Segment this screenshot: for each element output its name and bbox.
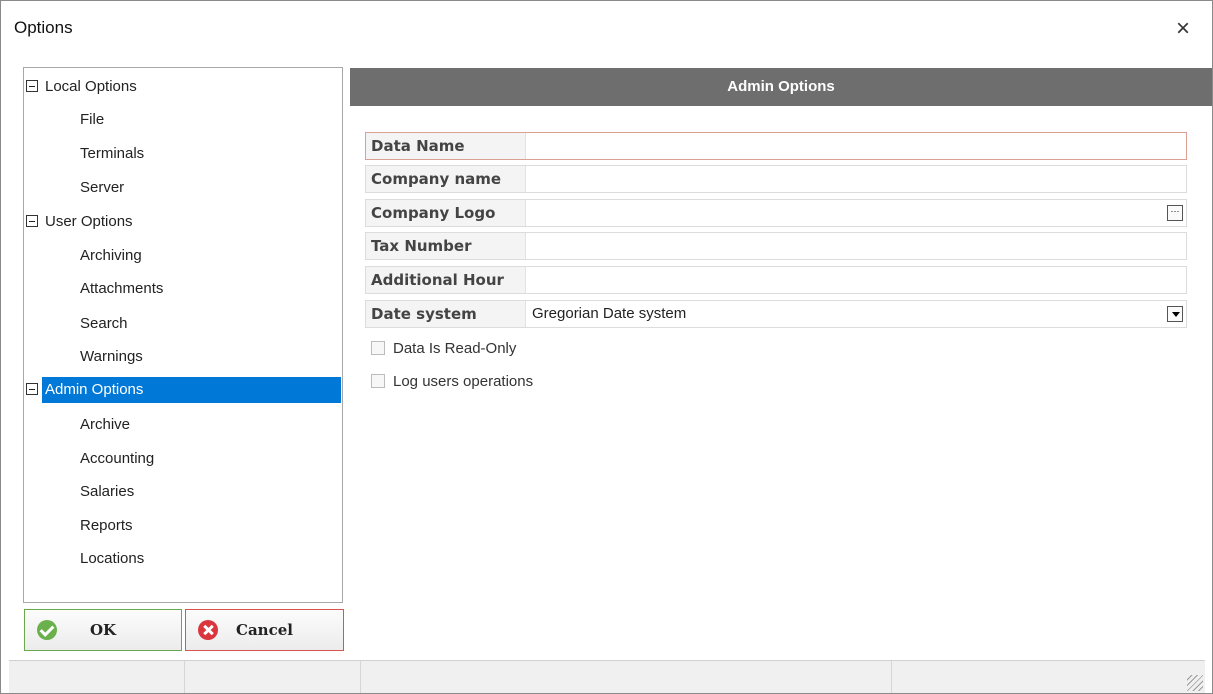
ok-button[interactable]: OK — [24, 609, 182, 651]
tree-item-label: Locations — [80, 550, 145, 567]
close-icon[interactable]: × — [1168, 12, 1198, 46]
tree-item-label: Search — [80, 315, 128, 332]
resize-grip-icon[interactable] — [1187, 675, 1203, 691]
checkbox-box[interactable] — [371, 374, 385, 388]
tree-item-label: File — [80, 111, 105, 128]
cancel-button[interactable]: Cancel — [185, 609, 344, 651]
tree-item-label: Attachments — [80, 280, 164, 297]
tree-item-label: Warnings — [80, 348, 143, 365]
field-label: Tax Number — [366, 233, 526, 259]
field-label: Date system — [366, 301, 526, 327]
checkbox-label: Log users operations — [393, 373, 534, 390]
tax-number-field[interactable]: Tax Number — [365, 232, 1187, 260]
company-logo-input[interactable] — [528, 200, 1158, 226]
tree-item-reports[interactable]: Reports — [80, 513, 133, 539]
panel-title: Admin Options — [350, 68, 1212, 106]
data-name-input[interactable] — [528, 133, 1158, 159]
additional-hour-field[interactable]: Additional Hour — [365, 266, 1187, 294]
checkbox-box[interactable] — [371, 341, 385, 355]
field-label: Company Logo — [366, 200, 526, 226]
date-system-field[interactable]: Date system Gregorian Date system — [365, 300, 1187, 328]
window-title: Options — [14, 18, 73, 37]
status-segment — [185, 661, 361, 693]
tree-node-admin-options[interactable]: Admin Options — [26, 377, 342, 403]
tax-number-input[interactable] — [528, 233, 1158, 259]
tree-item-attachments[interactable]: Attachments — [80, 276, 163, 302]
tree-item-file[interactable]: File — [80, 107, 104, 133]
collapse-icon[interactable] — [26, 215, 38, 227]
field-label: Data Name — [366, 133, 526, 159]
tree-item-terminals[interactable]: Terminals — [80, 141, 144, 167]
field-label: Additional Hour — [366, 267, 526, 293]
options-tree: Local Options File Terminals Server User… — [23, 67, 343, 603]
tree-item-label: Reports — [80, 517, 133, 534]
tree-item-archiving[interactable]: Archiving — [80, 243, 142, 269]
field-label: Company name — [366, 166, 526, 192]
tree-node-label: Local Options — [45, 78, 137, 95]
status-segment — [361, 661, 892, 693]
cancel-button-label: Cancel — [236, 621, 293, 639]
tree-item-accounting[interactable]: Accounting — [80, 446, 154, 472]
browse-ellipsis-icon[interactable]: ··· — [1167, 205, 1183, 221]
options-dialog: Options × Local Options File Terminals S… — [0, 0, 1213, 694]
date-system-select[interactable]: Gregorian Date system — [528, 301, 1158, 327]
ok-button-label: OK — [89, 621, 117, 639]
tree-item-archive[interactable]: Archive — [80, 412, 130, 438]
company-name-field[interactable]: Company name — [365, 165, 1187, 193]
tree-item-locations[interactable]: Locations — [80, 546, 144, 572]
title-bar: Options × — [2, 2, 1212, 58]
tree-item-label: Salaries — [80, 483, 135, 500]
dropdown-arrow-icon[interactable] — [1167, 306, 1183, 322]
status-bar — [9, 660, 1205, 693]
tree-item-warnings[interactable]: Warnings — [80, 344, 143, 370]
tree-item-label: Terminals — [80, 145, 145, 162]
tree-item-salaries[interactable]: Salaries — [80, 479, 134, 505]
collapse-icon[interactable] — [26, 80, 38, 92]
collapse-icon[interactable] — [26, 383, 38, 395]
additional-hour-input[interactable] — [528, 267, 1158, 293]
tree-item-label: Archive — [80, 416, 131, 433]
tree-item-search[interactable]: Search — [80, 311, 128, 337]
tree-item-label: Server — [80, 179, 125, 196]
tree-item-label: Archiving — [80, 247, 142, 264]
company-logo-field[interactable]: Company Logo ··· — [365, 199, 1187, 227]
company-name-input[interactable] — [528, 166, 1158, 192]
checkbox-label: Data Is Read-Only — [393, 340, 517, 357]
data-name-field[interactable]: Data Name — [365, 132, 1187, 160]
tree-item-server[interactable]: Server — [80, 175, 124, 201]
status-segment — [9, 661, 185, 693]
tree-node-label: Admin Options — [42, 377, 147, 403]
tree-node-label: User Options — [45, 213, 133, 230]
tree-item-label: Accounting — [80, 450, 155, 467]
